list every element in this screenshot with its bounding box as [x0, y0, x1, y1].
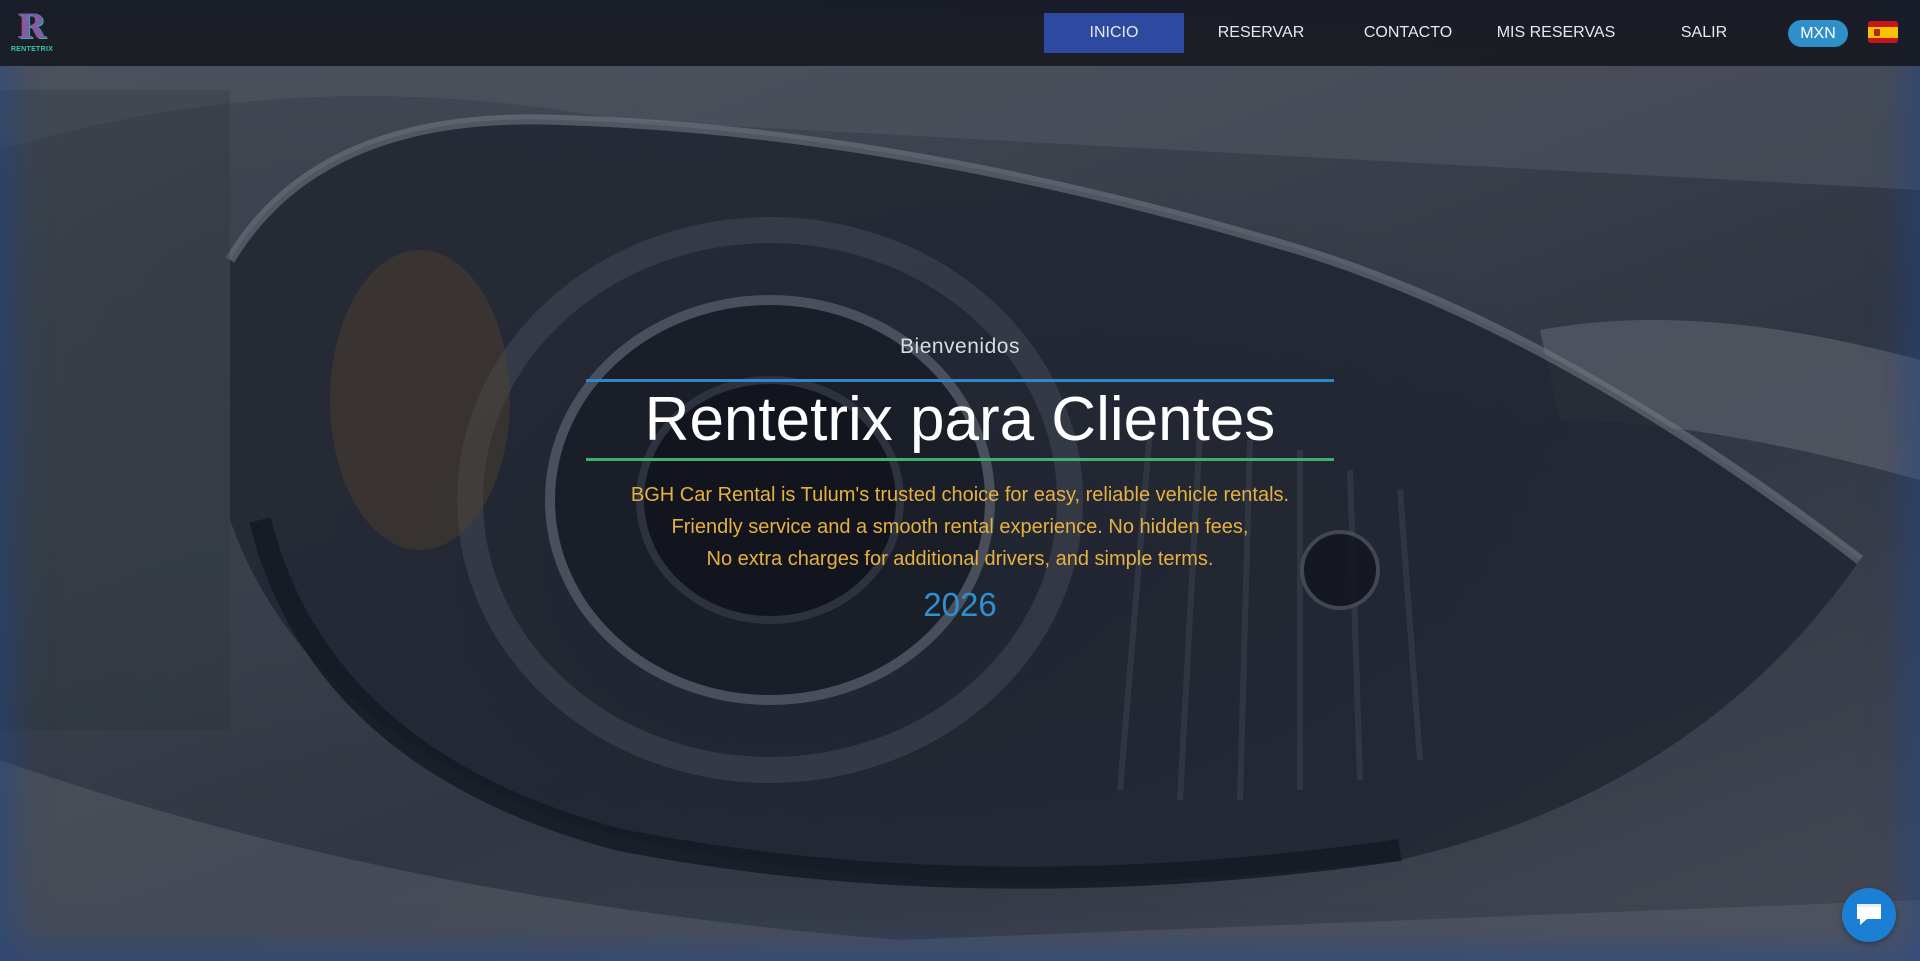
currency-selector[interactable]: MXN	[1788, 20, 1848, 47]
year-text: 2026	[923, 586, 997, 623]
welcome-text: Bienvenidos	[900, 335, 1020, 358]
chat-button[interactable]	[1842, 888, 1896, 942]
description-line: No extra charges for additional drivers,…	[706, 548, 1214, 570]
main-nav: INICIO RESERVAR CONTACTO MIS RESERVAS SA…	[1044, 13, 1774, 53]
nav-item-contacto[interactable]: CONTACTO	[1338, 13, 1478, 53]
hero-content: Bienvenidos Rentetrix para Clientes BGH …	[586, 332, 1334, 627]
spain-flag-icon[interactable]	[1868, 21, 1898, 43]
description-line: BGH Car Rental is Tulum's trusted choice…	[630, 484, 1290, 506]
nav-item-inicio[interactable]: INICIO	[1044, 13, 1184, 53]
chat-bubble-icon	[1857, 904, 1881, 925]
nav-item-salir[interactable]: SALIR	[1634, 13, 1774, 53]
hero-description: BGH Car Rental is Tulum's trusted choice…	[586, 479, 1334, 575]
logo-text: RENTETRIX	[10, 46, 54, 53]
nav-item-mis-reservas[interactable]: MIS RESERVAS	[1478, 13, 1634, 53]
nav-item-reservar[interactable]: RESERVAR	[1184, 13, 1338, 53]
page-title: Rentetrix para Clientes	[644, 385, 1276, 454]
description-line: Friendly service and a smooth rental exp…	[671, 516, 1249, 538]
logo-mark: R	[17, 7, 47, 47]
divider-bottom	[586, 458, 1334, 461]
rentetrix-logo[interactable]: R RENTETRIX	[10, 8, 54, 56]
top-navbar: R RENTETRIX INICIO RESERVAR CONTACTO MIS…	[0, 0, 1920, 66]
